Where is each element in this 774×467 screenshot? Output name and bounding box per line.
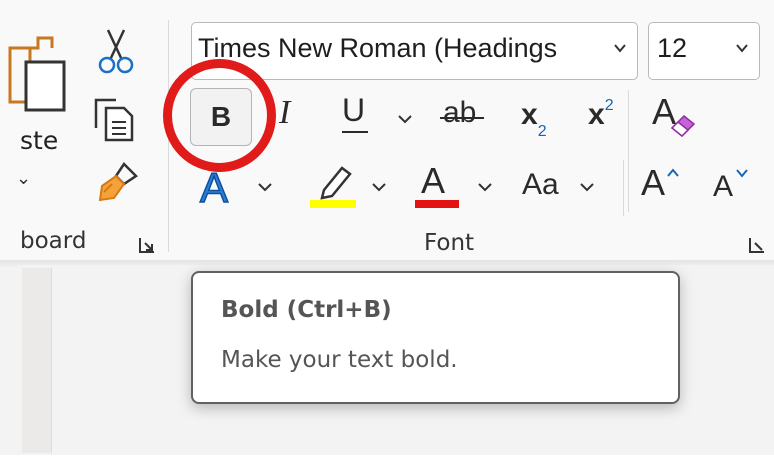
change-case-button[interactable]: Aa: [522, 168, 559, 202]
font-group-label: Font: [424, 230, 475, 256]
grow-font-button[interactable]: A: [641, 162, 665, 204]
text-effects-icon[interactable]: A: [196, 162, 246, 212]
subscript-button[interactable]: x2: [521, 98, 547, 140]
superscript-mark: 2: [604, 97, 614, 114]
window-bottom-edge: [0, 455, 774, 467]
cut-icon[interactable]: [98, 28, 134, 74]
font-size-value: 12: [657, 33, 688, 63]
tooltip-description: Make your text bold.: [221, 347, 458, 373]
underline-button[interactable]: U: [342, 92, 365, 129]
svg-text:A: A: [200, 164, 228, 210]
font-color-letter: A: [421, 160, 446, 201]
italic-button[interactable]: I: [279, 94, 290, 132]
underline-mark: [342, 131, 368, 133]
chevron-down-icon: [736, 44, 748, 53]
strikethrough-mark: [440, 117, 484, 119]
chevron-down-icon[interactable]: [398, 114, 412, 124]
highlighter-icon[interactable]: [308, 160, 358, 210]
font-color-bar: [415, 200, 459, 208]
chevron-down-icon[interactable]: [580, 182, 594, 192]
copy-icon[interactable]: [92, 96, 136, 142]
font-dialog-launcher-icon[interactable]: [748, 236, 766, 254]
font-name-select[interactable]: Times New Roman (Headings: [191, 22, 638, 80]
tooltip-title: Bold (Ctrl+B): [221, 297, 392, 323]
group-separator: [623, 160, 624, 216]
superscript-button[interactable]: x2: [588, 97, 614, 132]
bold-tooltip: Bold (Ctrl+B) Make your text bold.: [191, 271, 680, 404]
paste-dropdown-caret[interactable]: ⌄: [16, 168, 31, 189]
clipboard-dialog-launcher-icon[interactable]: [138, 236, 156, 254]
font-name-value: Times New Roman (Headings: [198, 33, 558, 63]
highlight-ring: [163, 59, 276, 172]
chevron-down-icon: [736, 169, 748, 178]
document-page-edge: [22, 268, 52, 453]
subscript-label: x: [521, 98, 538, 131]
clipboard-group-label: board: [20, 228, 87, 254]
strikethrough-button[interactable]: ab: [443, 96, 476, 130]
font-color-button[interactable]: A: [413, 160, 461, 210]
chevron-down-icon: [614, 44, 626, 53]
font-size-select[interactable]: 12: [648, 22, 760, 80]
clear-formatting-icon[interactable]: A: [650, 90, 698, 142]
paste-button-label[interactable]: ste: [20, 126, 58, 155]
subscript-mark: 2: [537, 123, 547, 140]
format-painter-icon[interactable]: [94, 160, 140, 208]
chevron-down-icon[interactable]: [372, 182, 386, 192]
shrink-font-button[interactable]: A: [713, 170, 733, 204]
svg-text:A: A: [652, 91, 676, 132]
superscript-label: x: [588, 98, 605, 131]
chevron-down-icon[interactable]: [478, 182, 492, 192]
chevron-down-icon[interactable]: [258, 182, 272, 192]
chevron-up-icon: [667, 168, 679, 177]
paste-icon[interactable]: [8, 30, 68, 112]
group-separator: [628, 90, 629, 212]
